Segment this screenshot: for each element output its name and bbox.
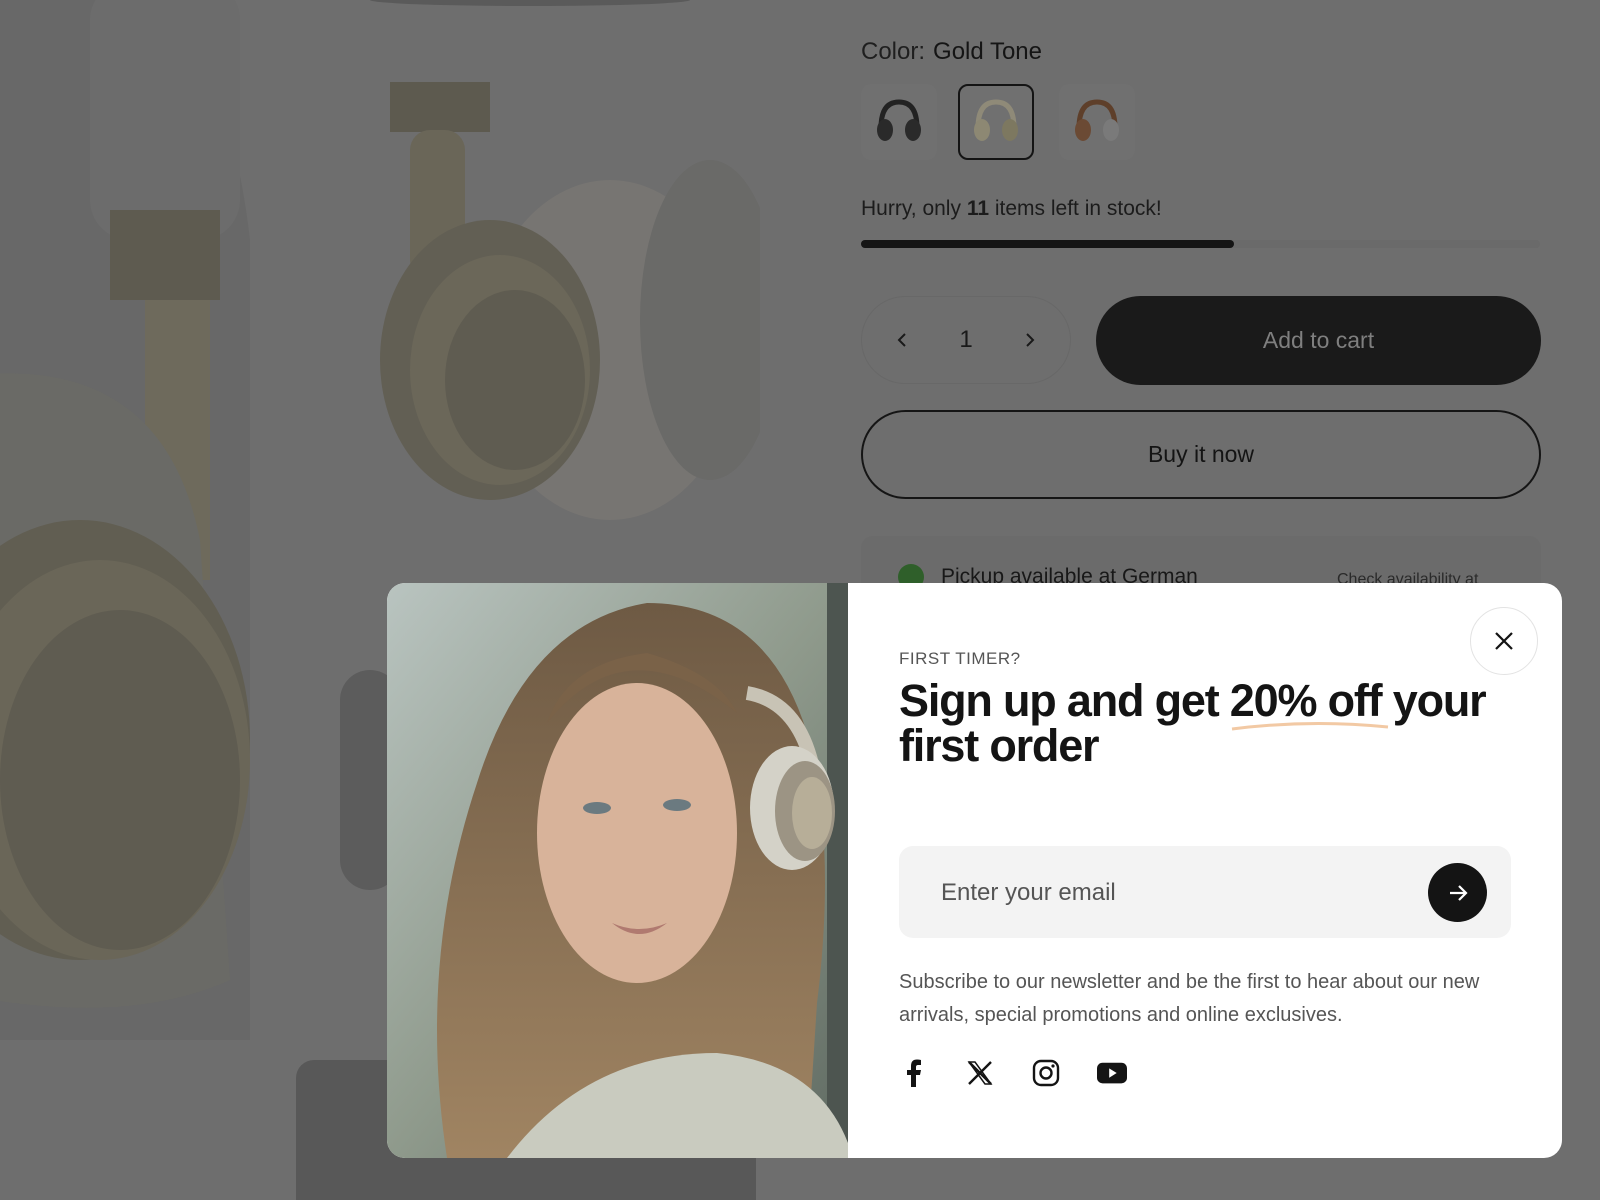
color-value: Gold Tone [933,38,1043,65]
social-links [899,1058,1127,1088]
swatch-black[interactable] [861,84,937,160]
youtube-icon[interactable] [1097,1058,1127,1088]
email-input[interactable] [939,846,1423,940]
email-form [899,846,1511,940]
quantity-value[interactable]: 1 [959,326,972,354]
stock-count: 11 [966,197,990,220]
swatch-brown[interactable] [1059,84,1135,160]
headphones-gold-icon [974,99,1018,141]
modal-lifestyle-image [387,583,848,1158]
stock-progress-bar [861,240,1540,248]
swatch-gold-tone[interactable] [958,84,1034,160]
buy-it-now-button[interactable]: Buy it now [861,410,1541,499]
newsletter-modal: FIRST TIMER? Sign up and get 20% off you… [387,583,1562,1158]
product-image-small [380,82,760,520]
discount-highlight: 20% off [1230,678,1388,731]
modal-eyebrow: FIRST TIMER? [899,649,1021,668]
headphones-black-icon [877,99,921,141]
gallery-image-top-edge [370,0,690,6]
quantity-stepper: 1 [861,296,1071,384]
chevron-left-icon [897,333,906,347]
headphones-brown-icon [1075,99,1119,141]
product-image-large [0,0,250,1040]
facebook-icon[interactable] [899,1058,929,1088]
modal-content: FIRST TIMER? Sign up and get 20% off you… [848,583,1562,1158]
stock-message: Hurry, only 11 items left in stock! [861,197,1162,220]
underline-swash-icon [1231,721,1388,731]
stock-progress-fill [861,240,1235,248]
arrow-right-icon [1449,884,1468,901]
quantity-decrease-button[interactable] [888,326,916,354]
x-icon[interactable] [965,1058,995,1088]
close-button[interactable] [1470,607,1538,675]
submit-email-button[interactable] [1428,863,1487,922]
add-to-cart-button[interactable]: Add to cart [1096,296,1541,385]
newsletter-description: Subscribe to our newsletter and be the f… [899,971,1480,1026]
modal-headline: Sign up and get 20% off your first order [899,675,1487,771]
chevron-right-icon [1026,333,1035,347]
close-icon [1495,632,1513,650]
quantity-increase-button[interactable] [1016,326,1044,354]
color-label: Color: Gold Tone [861,38,1043,65]
instagram-icon[interactable] [1031,1058,1061,1088]
